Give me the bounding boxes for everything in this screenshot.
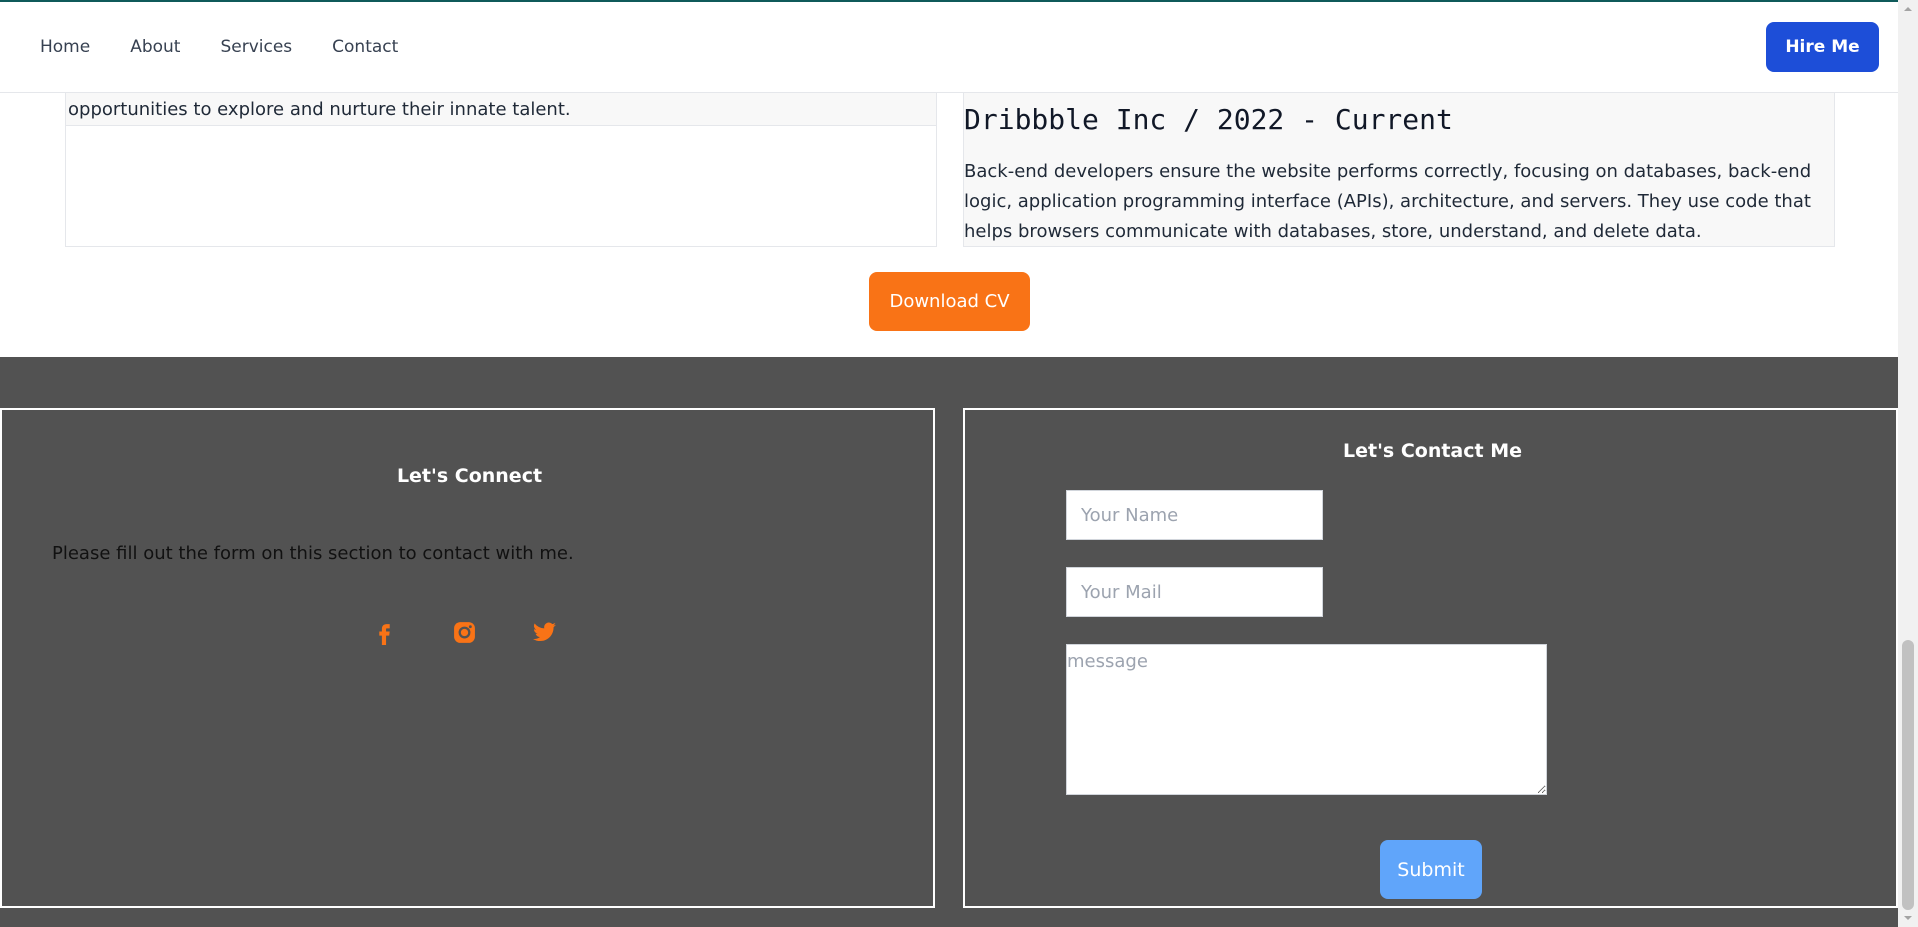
message-textarea[interactable] [1066, 644, 1547, 795]
experience-card-right: Dribbble Inc / 2022 - Current Back-end d… [963, 80, 1835, 247]
experience-description: Back-end developers ensure the website p… [964, 161, 1812, 242]
experience-title: Dribbble Inc / 2022 - Current [964, 103, 1453, 136]
page-scrollbar[interactable] [1898, 0, 1918, 927]
facebook-icon[interactable] [372, 620, 397, 645]
nav-link-services[interactable]: Services [220, 37, 292, 57]
experience-card-left: opportunities to explore and nurture the… [65, 80, 937, 247]
name-input[interactable] [1066, 490, 1323, 540]
contact-title: Let's Contact Me [1343, 440, 1522, 462]
top-navbar: Home About Services Contact Hire Me [0, 2, 1898, 93]
nav-links: Home About Services Contact [40, 2, 398, 92]
connect-text: Please fill out the form on this section… [52, 543, 574, 564]
scroll-up-icon[interactable] [1898, 2, 1918, 16]
nav-link-contact[interactable]: Contact [332, 37, 398, 57]
scroll-thumb[interactable] [1902, 640, 1914, 910]
mail-input[interactable] [1066, 567, 1323, 617]
submit-button[interactable]: Submit [1380, 840, 1482, 899]
experience-left-text: opportunities to explore and nurture the… [68, 99, 571, 120]
social-links [372, 620, 557, 645]
footer-section: Let's Connect Please fill out the form o… [0, 357, 1898, 927]
connect-box: Let's Connect Please fill out the form o… [0, 408, 935, 908]
twitter-icon[interactable] [532, 620, 557, 645]
nav-link-home[interactable]: Home [40, 37, 90, 57]
hire-me-button[interactable]: Hire Me [1766, 22, 1879, 72]
connect-title: Let's Connect [396, 465, 543, 487]
scroll-down-icon[interactable] [1898, 911, 1918, 925]
nav-link-about[interactable]: About [130, 37, 180, 57]
download-cv-button[interactable]: Download CV [869, 272, 1030, 331]
contact-box: Let's Contact Me Submit [963, 408, 1898, 908]
instagram-icon[interactable] [452, 620, 477, 645]
